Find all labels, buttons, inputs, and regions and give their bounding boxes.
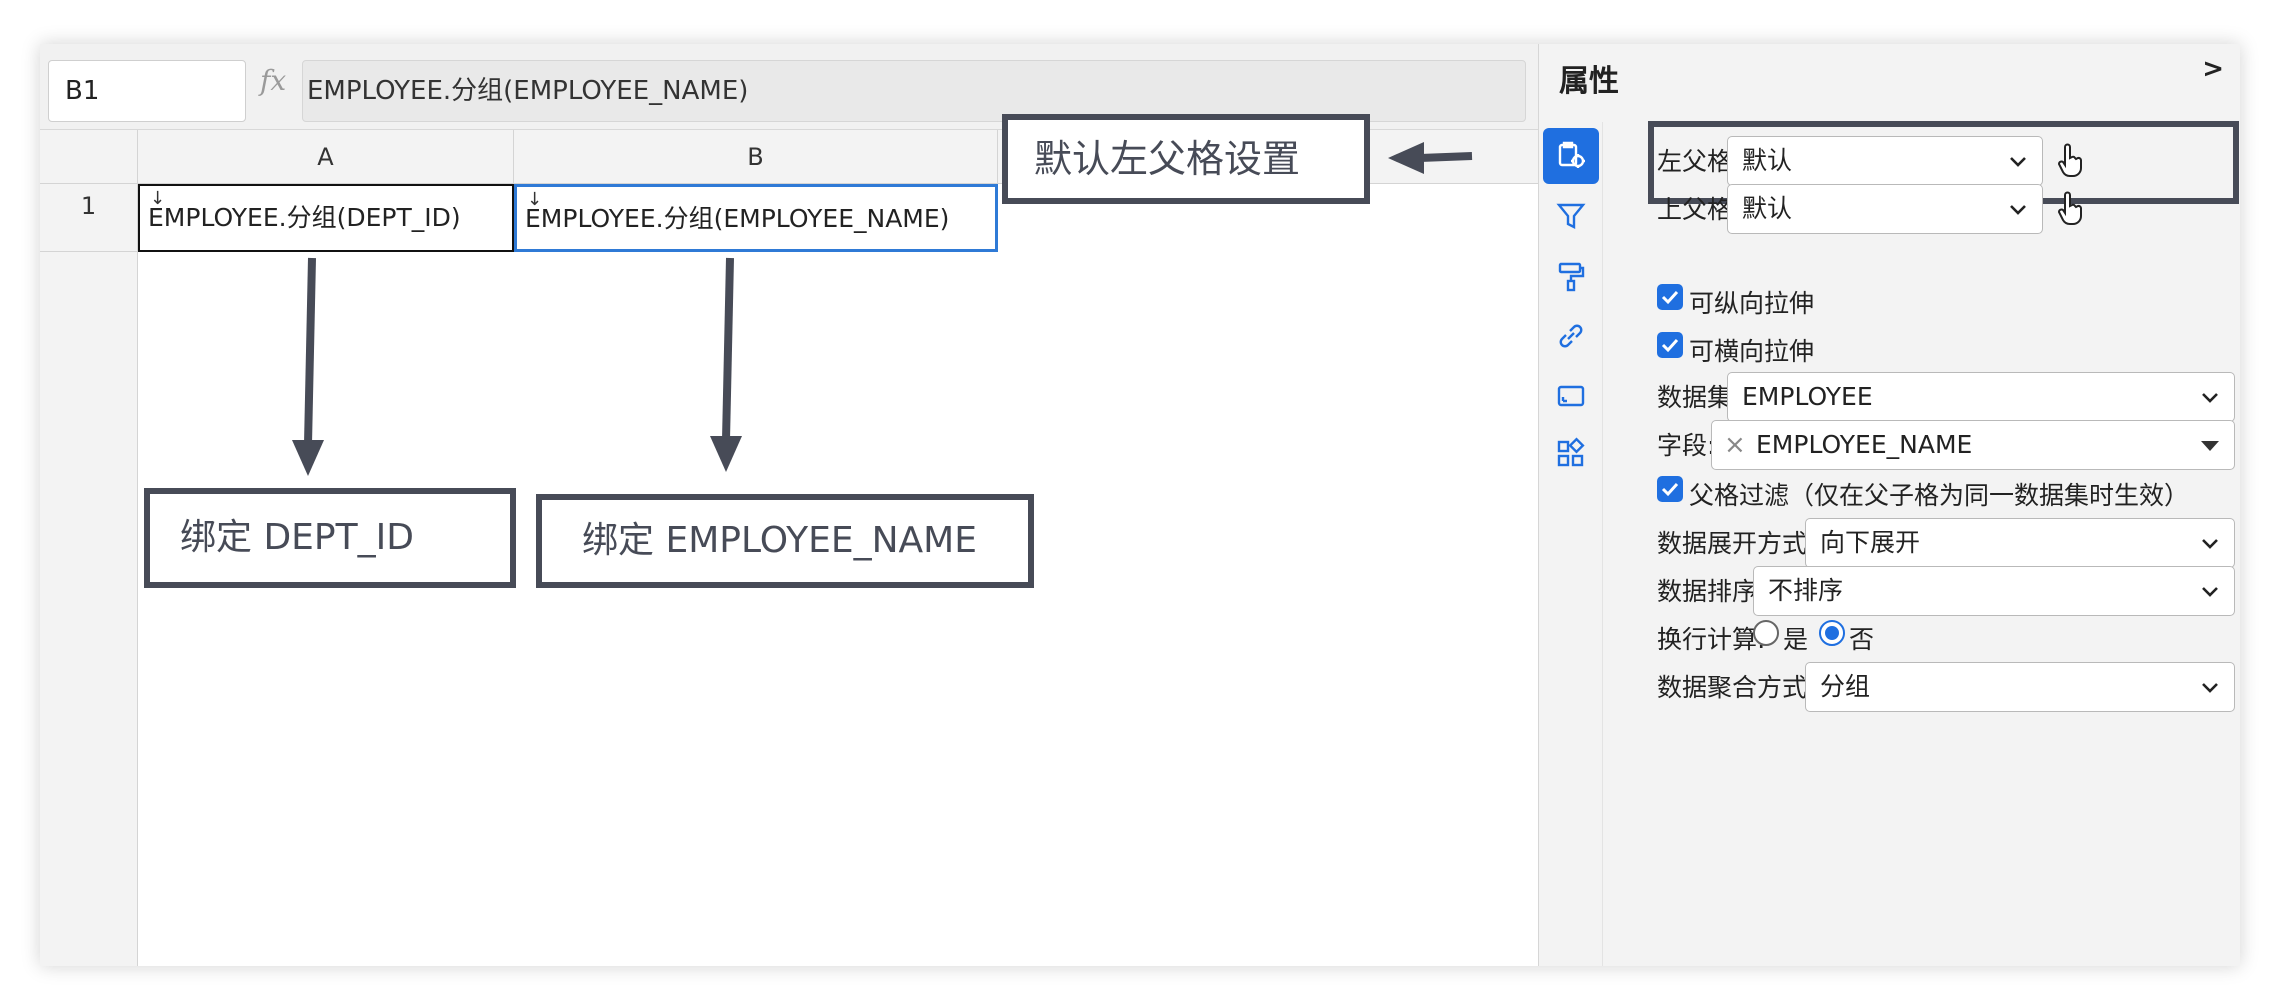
panel-icon-rail xyxy=(1539,122,1603,966)
column-header-b[interactable]: B xyxy=(514,130,998,184)
cell-reference-box[interactable]: B1 xyxy=(48,60,246,122)
checkmark-icon xyxy=(1661,290,1679,305)
collapse-panel-button[interactable]: > xyxy=(2202,54,2224,84)
cell-properties-icon[interactable] xyxy=(1543,128,1599,184)
dataset-select[interactable]: EMPLOYEE xyxy=(1727,372,2235,422)
top-parent-value: 默认 xyxy=(1742,194,1793,223)
pointer-hand-icon[interactable] xyxy=(2053,189,2087,227)
top-parent-select[interactable]: 默认 xyxy=(1727,184,2043,234)
cell-b1-value: EMPLOYEE.分组(EMPLOYEE_NAME) xyxy=(525,204,950,233)
aggregate-label: 数据聚合方式: xyxy=(1657,673,1816,702)
line-calc-no-label: 否 xyxy=(1849,625,1875,654)
clear-field-icon[interactable]: × xyxy=(1724,421,1746,469)
expand-mode-select[interactable]: 向下展开 xyxy=(1805,518,2235,568)
cell-b1-selected[interactable]: ↓ EMPLOYEE.分组(EMPLOYEE_NAME) xyxy=(514,184,998,252)
field-tag-select[interactable]: × EMPLOYEE_NAME xyxy=(1711,420,2235,470)
row-header-1[interactable]: 1 xyxy=(40,184,138,252)
field-label: 字段: xyxy=(1657,431,1716,460)
cell-a1-value: EMPLOYEE.分组(DEPT_ID) xyxy=(148,203,461,232)
chevron-down-icon xyxy=(2202,539,2218,549)
sort-label: 数据排序: xyxy=(1657,577,1766,606)
annotation-bind-dept: 绑定 DEPT_ID xyxy=(144,488,516,588)
line-calc-label: 换行计算: xyxy=(1657,625,1766,654)
column-header-a[interactable]: A xyxy=(138,130,514,184)
expand-mode-label: 数据展开方式: xyxy=(1657,529,1816,558)
aggregate-value: 分组 xyxy=(1820,672,1871,701)
horizontal-stretch-label: 可横向拉伸 xyxy=(1689,337,1815,366)
annotation-default-left-parent: 默认左父格设置 xyxy=(1002,114,1370,204)
frame-icon[interactable] xyxy=(1543,368,1599,424)
select-all-corner[interactable] xyxy=(40,130,138,184)
chevron-down-icon xyxy=(2202,683,2218,693)
panel-title: 属性 xyxy=(1559,64,1619,99)
caret-down-icon xyxy=(2201,441,2219,451)
filter-icon[interactable] xyxy=(1543,188,1599,244)
sort-select[interactable]: 不排序 xyxy=(1753,566,2235,616)
dataset-value: EMPLOYEE xyxy=(1742,382,1873,411)
vertical-stretch-label: 可纵向拉伸 xyxy=(1689,289,1815,318)
expand-mode-value: 向下展开 xyxy=(1820,528,1921,557)
line-calc-yes-label: 是 xyxy=(1783,625,1809,654)
cell-a1[interactable]: ↓ EMPLOYEE.分组(DEPT_ID) xyxy=(138,184,514,252)
sort-value: 不排序 xyxy=(1768,576,1844,605)
function-icon: fx xyxy=(260,64,287,97)
expand-down-marker-icon: ↓ xyxy=(150,188,166,209)
widgets-icon[interactable] xyxy=(1543,426,1599,482)
line-calc-yes-radio[interactable] xyxy=(1753,620,1779,646)
parent-filter-label: 父格过滤（仅在父子格为同一数据集时生效） xyxy=(1689,481,2190,510)
chevron-down-icon xyxy=(2202,587,2218,597)
chevron-down-icon xyxy=(2202,393,2218,403)
horizontal-stretch-checkbox[interactable] xyxy=(1657,332,1683,358)
annotation-bind-employee: 绑定 EMPLOYEE_NAME xyxy=(536,494,1034,588)
parent-filter-checkbox[interactable] xyxy=(1657,476,1683,502)
checkmark-icon xyxy=(1661,338,1679,353)
aggregate-select[interactable]: 分组 xyxy=(1805,662,2235,712)
line-calc-no-radio[interactable] xyxy=(1819,620,1845,646)
chevron-down-icon xyxy=(2010,205,2026,215)
field-value: EMPLOYEE_NAME xyxy=(1756,430,1973,459)
link-icon[interactable] xyxy=(1543,308,1599,364)
report-designer-window: B1 fx EMPLOYEE.分组(EMPLOYEE_NAME) A B 1 ↓… xyxy=(40,44,2240,966)
expand-down-marker-icon: ↓ xyxy=(527,189,543,210)
vertical-stretch-checkbox[interactable] xyxy=(1657,284,1683,310)
row-header-column xyxy=(40,252,138,966)
properties-panel: 属性 > 左父格: 默认 上父格: 默认 可纵向拉伸 可横向拉伸 数据集: EM… xyxy=(1538,44,2240,966)
checkmark-icon xyxy=(1661,482,1679,497)
format-painter-icon[interactable] xyxy=(1543,248,1599,304)
formula-input[interactable]: EMPLOYEE.分组(EMPLOYEE_NAME) xyxy=(302,60,1526,122)
